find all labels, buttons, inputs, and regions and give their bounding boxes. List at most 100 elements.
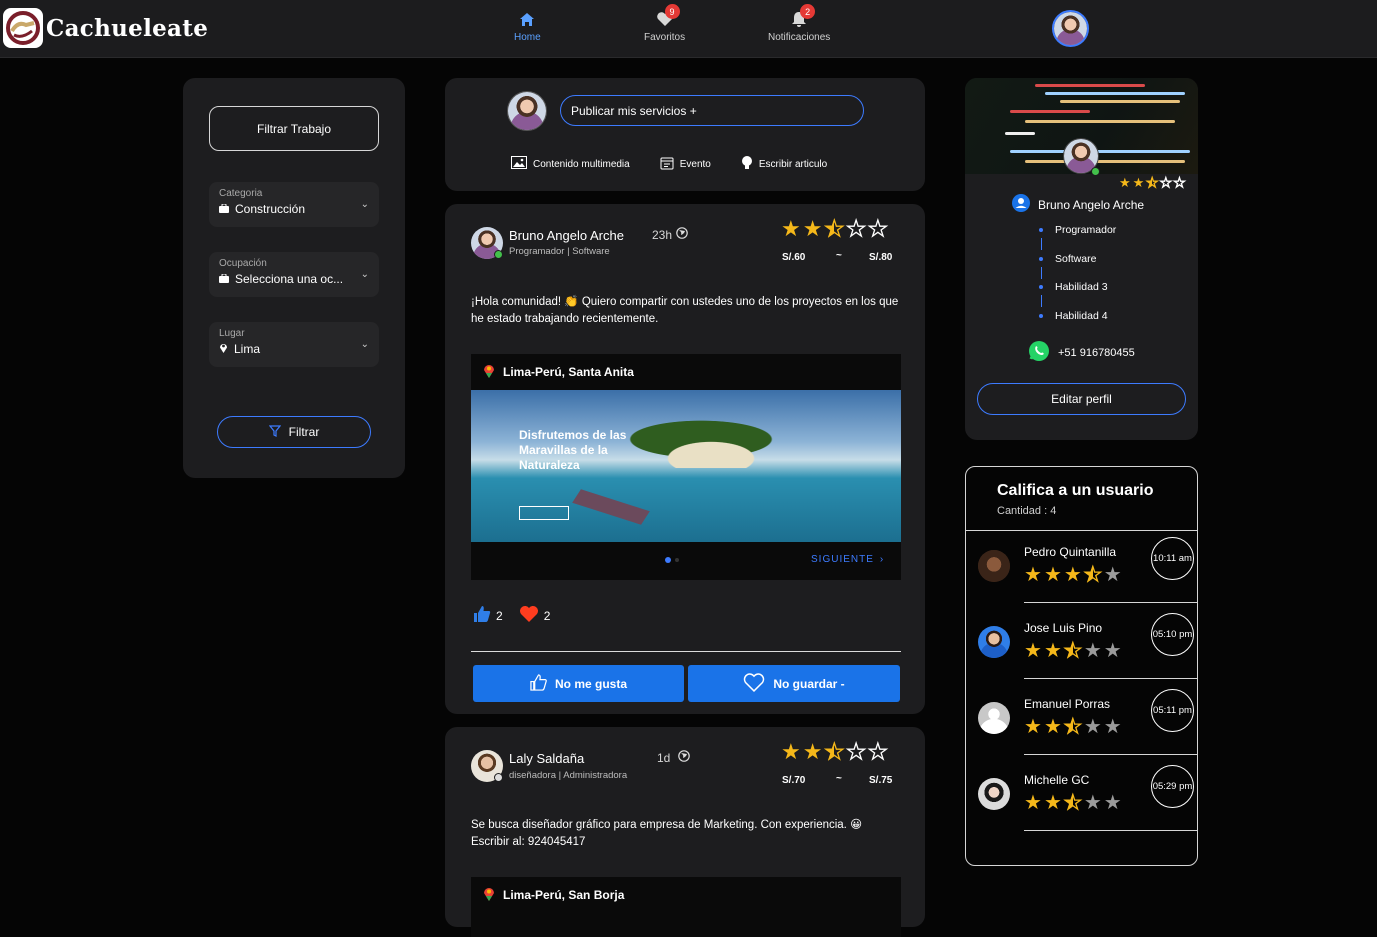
dislike-button[interactable]: No me gusta	[473, 665, 684, 702]
profile-rating: ★ ★ ★ ★ ★	[1119, 175, 1186, 190]
star-full-icon[interactable]: ★	[1044, 565, 1062, 585]
composer-panel: Publicar mis servicios + Contenido multi…	[445, 78, 925, 191]
bell-icon: 2	[791, 4, 816, 28]
star-full-icon: ★	[802, 739, 823, 764]
star-full-icon[interactable]: ★	[1044, 793, 1062, 813]
star-full-icon[interactable]: ★	[1024, 565, 1042, 585]
star-full-icon[interactable]: ★	[1024, 717, 1042, 737]
carousel-next[interactable]: SIGUIENTE ›	[811, 554, 884, 565]
star-empty-icon[interactable]: ★	[1084, 793, 1102, 813]
star-full-icon[interactable]: ★	[1024, 641, 1042, 661]
star-full-icon: ★	[802, 216, 823, 241]
post-author-name[interactable]: Laly Saldaña	[509, 751, 584, 766]
rate-user-row[interactable]: Pedro Quintanilla ★ ★ ★ ★ ★ 10:11 am	[966, 527, 1199, 603]
ocupacion-select[interactable]: Ocupación Selecciona una oc... ⌄	[209, 252, 379, 297]
image-icon	[511, 156, 527, 172]
globe-icon	[676, 227, 688, 242]
star-half-icon[interactable]: ★	[1083, 564, 1102, 585]
filtrar-trabajo-button[interactable]: Filtrar Trabajo	[209, 106, 379, 151]
rate-user-stars[interactable]: ★ ★ ★ ★ ★	[1024, 640, 1122, 661]
carousel-dot[interactable]	[675, 558, 679, 562]
rate-panel-title: Califica a un usuario	[997, 482, 1154, 499]
rate-user-name: Emanuel Porras	[1024, 697, 1111, 711]
star-half-icon[interactable]: ★	[1063, 792, 1082, 813]
brand-logo[interactable]: Cachueleate	[3, 8, 208, 48]
post-reactions: 2 2	[473, 605, 550, 626]
save-button[interactable]: No guardar -	[688, 665, 900, 702]
briefcase-icon	[219, 202, 229, 216]
profile-name-row: Bruno Angelo Arche	[1012, 194, 1144, 215]
star-full-icon[interactable]: ★	[1044, 641, 1062, 661]
star-half-icon[interactable]: ★	[1063, 640, 1082, 661]
rate-user-stars[interactable]: ★ ★ ★ ★ ★	[1024, 716, 1122, 737]
like-reaction[interactable]: 2	[473, 605, 503, 626]
rate-user-row[interactable]: Michelle GC ★ ★ ★ ★ ★ 05:29 pm	[966, 755, 1199, 831]
composer-avatar	[507, 91, 547, 131]
carousel-dot-active[interactable]	[665, 557, 671, 563]
star-empty-icon[interactable]: ★	[1084, 717, 1102, 737]
star-full-icon[interactable]: ★	[1064, 565, 1082, 585]
post-author-subtitle: diseñadora | Administradora	[509, 770, 628, 781]
multimedia-action[interactable]: Contenido multimedia	[511, 155, 630, 173]
nav-notificaciones[interactable]: 2 Notificaciones	[768, 4, 830, 43]
star-empty-icon: ★	[846, 216, 867, 241]
skill-item: Programador	[1039, 224, 1116, 253]
rate-user-time: 05:29 pm	[1151, 765, 1194, 808]
online-indicator	[494, 250, 503, 259]
map-pin-icon	[483, 886, 495, 904]
rate-user-avatar	[978, 702, 1010, 734]
rate-user-row[interactable]: Jose Luis Pino ★ ★ ★ ★ ★ 05:10 pm	[966, 603, 1199, 679]
globe-icon	[678, 750, 691, 765]
star-full-icon[interactable]: ★	[1044, 717, 1062, 737]
price-max: S/.75	[869, 775, 893, 786]
profile-card: ★ ★ ★ ★ ★ Bruno Angelo Arche Programador Sof…	[965, 78, 1198, 440]
rate-user-name: Pedro Quintanilla	[1024, 545, 1117, 559]
post-media[interactable]: Lima-Perú, Santa Anita Disfrutemos de la…	[471, 354, 901, 580]
heart-count: 2	[543, 608, 551, 623]
calendar-icon	[660, 156, 674, 173]
edit-profile-button[interactable]: Editar perfil	[977, 383, 1186, 415]
nav-favoritos-label: Favoritos	[644, 32, 686, 43]
skill-item: Habilidad 4	[1039, 310, 1116, 339]
star-empty-icon[interactable]: ★	[1104, 565, 1122, 585]
user-avatar[interactable]	[1052, 10, 1089, 47]
media-location: Lima-Perú, Santa Anita	[483, 363, 634, 381]
heart-reaction[interactable]: 2	[519, 605, 551, 626]
filtrar-button[interactable]: Filtrar	[217, 416, 371, 448]
filtrar-label: Filtrar	[288, 425, 320, 439]
whatsapp-icon	[1028, 340, 1050, 365]
star-half-icon[interactable]: ★	[1063, 716, 1082, 737]
post-author-name[interactable]: Bruno Angelo Arche	[509, 228, 624, 243]
star-empty-icon: ★	[1173, 175, 1186, 190]
publish-services-input[interactable]: Publicar mis servicios +	[560, 95, 864, 126]
articulo-action[interactable]: Escribir articulo	[741, 155, 827, 173]
nav-favoritos[interactable]: 9 Favoritos	[644, 4, 686, 43]
star-empty-icon: ★	[1159, 175, 1172, 190]
evento-action[interactable]: Evento	[660, 155, 711, 173]
lugar-select[interactable]: Lugar Lima ⌄	[209, 322, 379, 367]
home-icon	[519, 10, 535, 28]
phone-row[interactable]: +51 916780455	[1028, 340, 1135, 365]
skill-item: Habilidad 3	[1039, 281, 1116, 310]
star-full-icon[interactable]: ★	[1024, 793, 1042, 813]
dislike-label: No me gusta	[554, 676, 627, 691]
star-empty-icon[interactable]: ★	[1104, 641, 1122, 661]
post-rating: ★ ★ ★ ★ ★	[781, 739, 888, 764]
rate-user-stars[interactable]: ★ ★ ★ ★ ★	[1024, 564, 1122, 585]
chevron-down-icon: ⌄	[360, 199, 369, 210]
notificaciones-badge: 2	[800, 4, 816, 19]
nav-home-label: Home	[514, 32, 541, 43]
rate-user-row[interactable]: Emanuel Porras ★ ★ ★ ★ ★ 05:11 pm	[966, 679, 1199, 755]
categoria-select[interactable]: Categoria Construcción ⌄	[209, 182, 379, 227]
star-empty-icon[interactable]: ★	[1104, 717, 1122, 737]
star-empty-icon[interactable]: ★	[1084, 641, 1102, 661]
post-media[interactable]: Lima-Perú, San Borja	[471, 877, 901, 937]
post-body: ¡Hola comunidad! 👏 Quiero compartir con …	[471, 296, 899, 325]
rate-user-stars[interactable]: ★ ★ ★ ★ ★	[1024, 792, 1122, 813]
nav-home[interactable]: Home	[514, 10, 541, 43]
articulo-label: Escribir articulo	[758, 158, 828, 170]
star-empty-icon[interactable]: ★	[1104, 793, 1122, 813]
status-indicator	[494, 773, 503, 782]
categoria-value: Construcción	[235, 202, 306, 216]
rate-user-name: Michelle GC	[1024, 773, 1090, 787]
